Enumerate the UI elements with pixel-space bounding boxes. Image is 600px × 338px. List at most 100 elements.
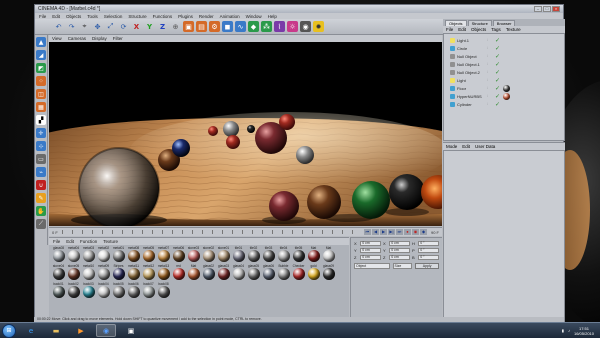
attributes-menu-mode[interactable]: Mode [446, 144, 457, 149]
use-polygon-mode-icon[interactable]: ▦ [36, 102, 46, 112]
next-key-icon[interactable]: ▶| [387, 229, 395, 235]
camera-icon[interactable]: ◉ [300, 21, 311, 32]
tweak-mode-icon[interactable]: ⊹ [36, 141, 46, 151]
material-swatch[interactable]: back07 [141, 282, 156, 300]
coordinate-field[interactable]: 0 ° [418, 241, 439, 246]
render-view-icon[interactable]: ▣ [183, 21, 194, 32]
nurbs-icon[interactable]: ◆ [248, 21, 259, 32]
viewport-menu-view[interactable]: View [52, 36, 62, 41]
cube-icon[interactable]: ◼ [222, 21, 233, 32]
autokey-icon[interactable]: ◉ [411, 229, 419, 235]
material-swatch[interactable]: stone02 [201, 246, 216, 264]
material-swatch[interactable]: red [171, 264, 186, 282]
enabled-check-icon[interactable]: ✓ [495, 53, 501, 60]
material-swatch[interactable]: tile03 [261, 246, 276, 264]
material-swatch[interactable]: Mat [186, 264, 201, 282]
material-swatch[interactable]: back05 [111, 282, 126, 300]
light-icon[interactable]: ✹ [313, 21, 324, 32]
menu-animation[interactable]: Animation [220, 14, 240, 19]
material-swatch[interactable]: metal09 [96, 264, 111, 282]
network-icon[interactable]: ▮ [562, 328, 564, 333]
object-row[interactable]: Light ⁚ ✓ [444, 76, 564, 84]
material-swatch[interactable]: metal06 [171, 246, 186, 264]
minimize-button[interactable]: – [534, 6, 542, 12]
x-axis-icon[interactable]: X [131, 21, 142, 32]
workplane-icon[interactable]: ▭ [36, 154, 46, 164]
viewport-menu-display[interactable]: Display [92, 36, 107, 41]
material-swatch[interactable]: Bubble [276, 264, 291, 282]
previous-key-icon[interactable]: ◀ [371, 229, 379, 235]
enabled-check-icon[interactable]: ✓ [495, 101, 501, 108]
explorer-icon[interactable]: ▬ [46, 324, 66, 337]
material-swatch[interactable]: back06 [126, 282, 141, 300]
snap-icon[interactable]: ⌁ [36, 167, 46, 177]
menu-help[interactable]: Help [268, 14, 277, 19]
use-texture-mode-icon[interactable]: ◩ [36, 63, 46, 73]
object-row[interactable]: Cylinder ⁚ ✓ [444, 100, 564, 108]
material-swatch[interactable]: gold [306, 264, 321, 282]
material-swatch[interactable]: back08 [156, 282, 171, 300]
material-swatch[interactable]: stone01 [216, 246, 231, 264]
object-row[interactable]: Null Object ⁚ ✓ [444, 52, 564, 60]
material-swatch[interactable]: back01 [51, 282, 66, 300]
checker-icon[interactable]: ▞ [36, 115, 46, 125]
coordinate-field[interactable]: 0 ° [418, 248, 439, 253]
apply-button[interactable]: Apply [415, 263, 439, 269]
volume-icon[interactable]: ♪ [568, 328, 570, 333]
spline-icon[interactable]: ∿ [235, 21, 246, 32]
timeline[interactable]: 0 F ⏮ ◀ ▶ ▶| ⏭ ● ◉ ◆ 90 F [49, 227, 442, 236]
close-button[interactable]: × [552, 6, 560, 12]
menu-edit[interactable]: Edit [52, 14, 60, 19]
menu-objects[interactable]: Objects [66, 14, 81, 19]
enabled-check-icon[interactable]: ✓ [495, 85, 501, 92]
menu-window[interactable]: Window [246, 14, 262, 19]
coordinate-field[interactable]: 0 ° [418, 255, 439, 260]
enabled-check-icon[interactable]: ✓ [495, 45, 501, 52]
coordinate-mode-select[interactable]: Object [354, 263, 390, 269]
enabled-check-icon[interactable]: ✓ [495, 61, 501, 68]
material-swatch[interactable]: metal04 [66, 246, 81, 264]
material-swatch[interactable]: tile01 [231, 246, 246, 264]
menu-render[interactable]: Render [199, 14, 214, 19]
material-swatch[interactable]: metal03 [81, 246, 96, 264]
menu-functions[interactable]: Functions [153, 14, 173, 19]
material-swatch[interactable]: back03 [81, 282, 96, 300]
render-settings-icon[interactable]: ⚙ [209, 21, 220, 32]
object-menu-texture[interactable]: Texture [506, 27, 521, 32]
material-swatch[interactable]: glass04 [231, 264, 246, 282]
material-swatch[interactable]: Mat [321, 246, 336, 264]
object-menu-file[interactable]: File [446, 27, 453, 32]
coordinate-system-icon[interactable]: ⊕ [170, 21, 181, 32]
object-row[interactable]: Null Object.1 ⁚ ✓ [444, 60, 564, 68]
visibility-dots-icon[interactable]: ⁚ [487, 38, 495, 42]
size-mode-select[interactable]: Size [392, 263, 413, 269]
enabled-check-icon[interactable]: ✓ [495, 37, 501, 44]
material-swatch[interactable]: Stripes [111, 264, 126, 282]
material-swatch[interactable]: tile02 [246, 246, 261, 264]
material-swatch[interactable]: back04 [96, 282, 111, 300]
material-swatch[interactable]: metal10 [81, 264, 96, 282]
go-to-start-icon[interactable]: ⏮ [363, 229, 371, 235]
menu-file[interactable]: File [39, 14, 46, 19]
app-task-icon[interactable]: ▣ [121, 324, 141, 337]
object-row[interactable]: Light.1 ⁚ ✓ [444, 36, 564, 44]
material-swatch[interactable]: glass08 [51, 246, 66, 264]
material-swatch[interactable]: tile05 [291, 246, 306, 264]
record-icon[interactable]: ● [403, 229, 411, 235]
material-swatch[interactable]: glass09 [321, 264, 336, 282]
menu-plugins[interactable]: Plugins [178, 14, 193, 19]
material-swatch[interactable]: glass02 [201, 264, 216, 282]
coordinate-field[interactable]: 0 cm [389, 255, 410, 260]
material-swatch[interactable]: metal07 [156, 246, 171, 264]
use-model-mode-icon[interactable]: ▲ [36, 37, 46, 47]
render-picture-viewer-icon[interactable]: ▤ [196, 21, 207, 32]
texture-tag-icon[interactable] [503, 92, 510, 100]
object-row[interactable]: Circle ⁚ ✓ [444, 44, 564, 52]
material-swatch[interactable]: stone03 [186, 246, 201, 264]
material-swatch[interactable]: Mat [306, 246, 321, 264]
attributes-menu-edit[interactable]: Edit [462, 144, 470, 149]
ie-icon[interactable]: e [21, 324, 41, 337]
y-axis-icon[interactable]: Y [144, 21, 155, 32]
undo-icon[interactable]: ↶ [53, 21, 64, 32]
clock[interactable]: 17:51 16/05/2010 [574, 326, 594, 336]
